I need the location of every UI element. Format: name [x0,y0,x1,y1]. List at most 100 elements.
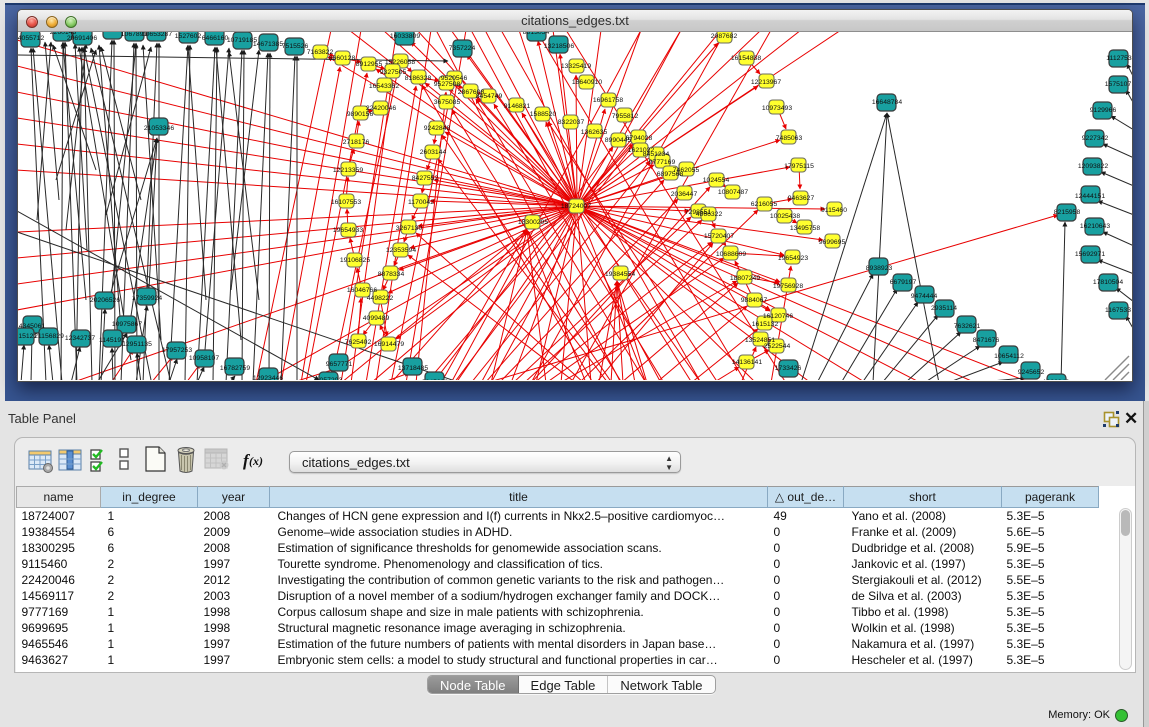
svg-text:16210643: 16210643 [1080,223,1110,230]
svg-text:9245033: 9245033 [422,379,449,380]
svg-text:12951135: 12951135 [122,341,152,348]
svg-text:13495758: 13495758 [790,225,820,232]
svg-text:1615132: 1615132 [752,321,779,328]
svg-text:15226058: 15226058 [385,59,415,66]
svg-text:7632621: 7632621 [954,323,981,330]
svg-text:6794028: 6794028 [626,135,653,142]
svg-text:20206526: 20206526 [90,297,120,304]
svg-text:8186328: 8186328 [405,75,432,82]
svg-text:1170042: 1170042 [408,199,434,206]
svg-text:4498222: 4498222 [367,295,394,302]
svg-text:10688609: 10688609 [716,251,746,258]
svg-text:15692971: 15692971 [1075,251,1105,258]
svg-text:4345061: 4345061 [19,323,46,330]
svg-text:15720407: 15720407 [704,233,734,240]
svg-text:9657771: 9657771 [326,361,353,368]
svg-text:10654112: 10654112 [994,353,1024,360]
svg-text:9463627: 9463627 [788,195,815,202]
svg-text:9146821: 9146821 [504,103,531,110]
svg-text:9777169: 9777169 [649,159,676,166]
svg-text:1112753: 1112753 [1106,55,1132,62]
svg-text:9884067: 9884067 [741,297,768,304]
svg-text:10653287: 10653287 [142,32,172,38]
svg-text:8215958: 8215958 [1054,209,1081,216]
svg-text:16961758: 16961758 [593,97,623,104]
svg-text:12093822: 12093822 [1078,163,1108,170]
svg-text:12444151: 12444151 [1075,193,1105,200]
svg-text:9129966: 9129966 [1090,107,1117,114]
svg-text:18807249: 18807249 [730,275,760,282]
svg-text:18640910: 18640910 [572,79,602,86]
svg-text:7357224: 7357224 [449,45,476,52]
svg-text:1527602: 1527602 [175,33,202,40]
svg-text:18300295: 18300295 [518,219,548,226]
svg-text:20691406: 20691406 [67,35,97,42]
svg-text:2522544: 2522544 [764,343,791,350]
svg-text:8813054: 8813054 [523,32,550,36]
svg-text:14136141: 14136141 [732,359,762,366]
svg-text:19106825: 19106825 [340,257,370,264]
svg-text:6679197: 6679197 [890,279,917,286]
svg-text:9227342: 9227342 [1082,135,1109,142]
svg-text:1167533: 1167533 [1105,307,1131,314]
svg-text:7515526: 7515526 [282,43,309,50]
svg-text:2718176: 2718176 [343,139,370,146]
svg-text:9474444: 9474444 [911,293,938,300]
svg-text:9327505: 9327505 [380,69,407,76]
svg-text:10025438: 10025438 [770,213,800,220]
svg-text:16648784: 16648784 [872,99,902,106]
svg-text:13325419: 13325419 [561,63,591,70]
svg-text:12213359: 12213359 [333,167,363,174]
svg-text:6216055: 6216055 [751,201,778,208]
svg-text:10807487: 10807487 [718,189,748,196]
svg-text:17975115: 17975115 [784,163,814,170]
svg-text:2603144: 2603144 [420,149,447,156]
svg-text:2935114: 2935114 [931,305,957,312]
svg-text:6466160: 6466160 [202,35,229,42]
svg-text:1575107: 1575107 [1105,81,1132,88]
svg-text:12353594: 12353594 [386,247,416,254]
svg-text:4055712: 4055712 [18,35,44,42]
svg-text:1733426: 1733426 [775,365,802,372]
svg-text:9115460: 9115460 [821,207,847,214]
svg-text:7485063: 7485063 [776,135,803,142]
svg-text:8451234: 8451234 [643,151,670,158]
svg-text:3675085: 3675085 [434,99,461,106]
svg-text:19384554: 19384554 [605,271,635,278]
svg-text:19654923: 19654923 [778,255,808,262]
svg-text:1057203: 1057203 [316,377,343,380]
svg-text:9890156: 9890156 [347,111,374,118]
svg-text:13718485: 13718485 [398,365,428,372]
svg-text:16914479: 16914479 [374,341,404,348]
svg-text:19654933: 19654933 [333,227,363,234]
svg-text:13218506: 13218506 [544,43,574,50]
svg-text:14671385: 14671385 [253,41,283,48]
svg-text:7955812: 7955812 [612,113,639,120]
svg-text:1292346: 1292346 [1043,379,1070,380]
svg-text:18724007: 18724007 [561,203,591,210]
svg-text:1588520: 1588520 [530,111,557,118]
svg-text:2087682: 2087682 [711,33,738,40]
svg-text:12342737: 12342737 [65,335,95,342]
svg-text:21053346: 21053346 [144,125,174,132]
svg-text:9699695: 9699695 [819,239,846,246]
svg-text:9527508: 9527508 [434,81,461,88]
svg-text:8427552: 8427552 [412,175,439,182]
svg-text:16154838: 16154838 [731,55,761,62]
svg-text:10975867: 10975867 [112,321,142,328]
svg-text:3267130: 3267130 [396,225,423,232]
svg-text:16107553: 16107553 [331,199,361,206]
svg-text:1362635: 1362635 [581,129,608,136]
svg-text:16782759: 16782759 [220,365,250,372]
svg-text:12213967: 12213967 [751,79,781,86]
svg-text:7625402: 7625402 [345,339,372,346]
svg-text:7462055: 7462055 [673,167,700,174]
svg-text:1024554: 1024554 [703,177,730,184]
svg-text:8454749: 8454749 [476,93,503,100]
svg-text:16046766: 16046766 [347,287,377,294]
svg-text:17359924: 17359924 [132,295,162,302]
svg-text:21156829: 21156829 [34,333,64,340]
svg-text:10958107: 10958107 [189,355,219,362]
svg-text:8878334: 8878334 [378,271,405,278]
svg-text:19756928: 19756928 [773,283,803,290]
